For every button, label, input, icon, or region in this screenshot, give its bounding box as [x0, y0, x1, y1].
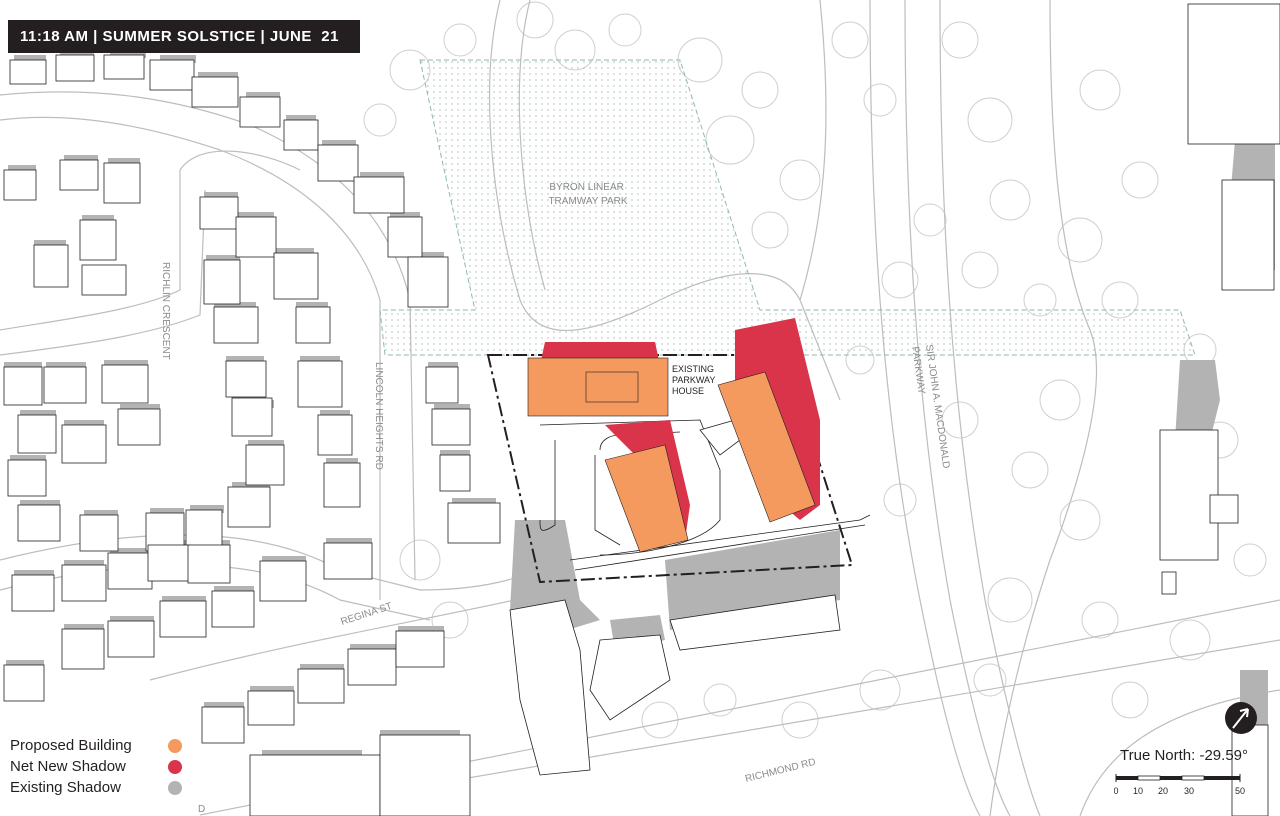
true-north-label: True North: -29.59° [1120, 747, 1248, 764]
scale-tick-label: 20 [1158, 786, 1168, 796]
scale-tick-label: 0 [1114, 786, 1119, 796]
scale-tick-label: 50 [1235, 786, 1245, 796]
legend: Proposed Building Net New Shadow Existin… [10, 736, 190, 799]
street-label-lincoln: LINCOLN HEIGHTS RD [373, 362, 384, 470]
legend-item-net-new-shadow: Net New Shadow [10, 757, 190, 778]
street-label-regina: REGINA ST [340, 601, 394, 628]
legend-label: Existing Shadow [10, 779, 121, 796]
scale-bar: 0 10 20 30 50 [1114, 774, 1245, 796]
street-label-richlin: RICHLIN CRESCENT [160, 262, 171, 360]
scale-tick-label: 30 [1184, 786, 1194, 796]
legend-item-existing-shadow: Existing Shadow [10, 778, 190, 799]
site-plan-map: BYRON LINEAR TRAMWAY PARK EXISTING PARKW… [0, 0, 1280, 816]
byron-linear-tramway-park [379, 59, 1196, 356]
street-label-partial: D [198, 804, 205, 815]
time-date-title: 11:18 AM | SUMMER SOLSTICE | JUNE 21 [8, 20, 360, 53]
street-label-richmond: RICHMOND RD [744, 757, 817, 785]
legend-label: Proposed Building [10, 737, 132, 754]
legend-swatch [168, 760, 182, 774]
existing-house-label: EXISTING PARKWAY HOUSE [672, 364, 718, 396]
legend-swatch [168, 781, 182, 795]
north-arrow-icon [1225, 702, 1257, 734]
scale-tick-label: 10 [1133, 786, 1143, 796]
legend-label: Net New Shadow [10, 758, 126, 775]
legend-swatch [168, 739, 182, 753]
legend-item-proposed-building: Proposed Building [10, 736, 190, 757]
